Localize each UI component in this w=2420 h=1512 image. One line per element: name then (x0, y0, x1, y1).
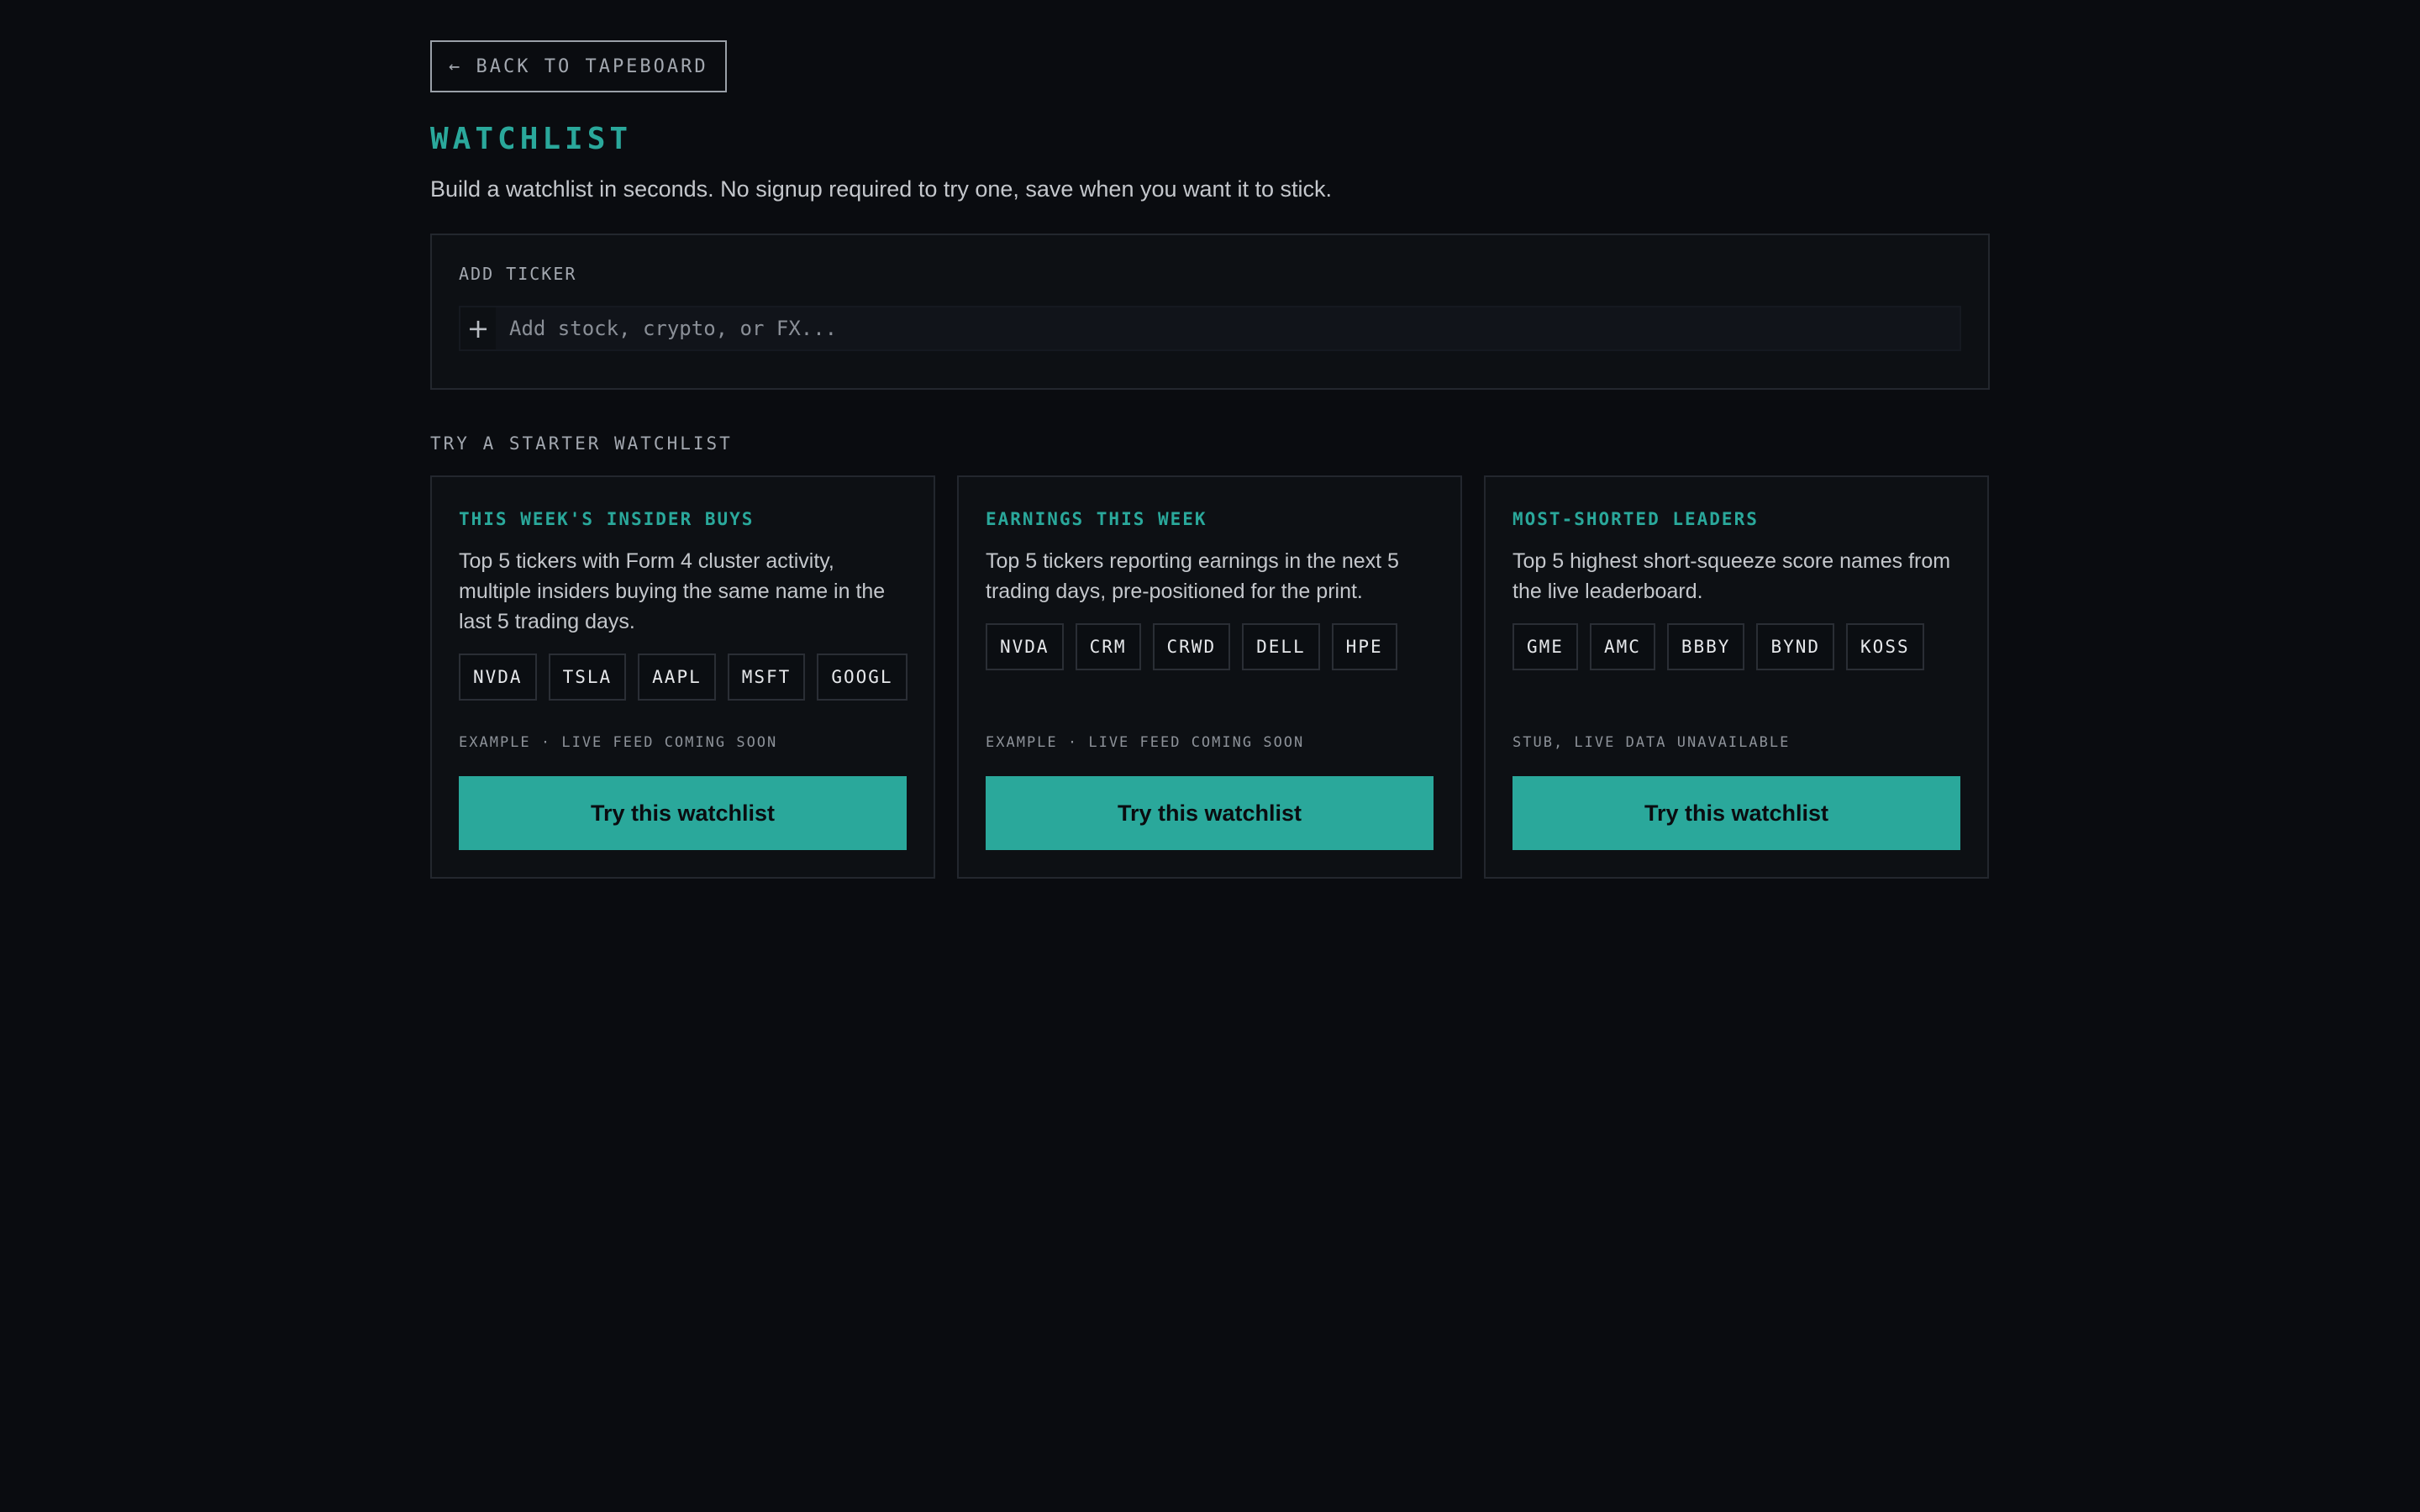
ticker-chip[interactable]: AAPL (638, 654, 716, 701)
ticker-chip[interactable]: GOOGL (817, 654, 908, 701)
plus-icon[interactable]: + (460, 307, 496, 349)
ticker-chips: NVDA CRM CRWD DELL HPE (986, 623, 1434, 670)
add-ticker-input[interactable] (496, 307, 1960, 349)
card-description: Top 5 tickers with Form 4 cluster activi… (459, 549, 886, 633)
card-note: EXAMPLE · LIVE FEED COMING SOON (986, 734, 1305, 751)
try-watchlist-button[interactable]: Try this watchlist (1512, 776, 1960, 850)
add-ticker-row: + (459, 306, 1961, 351)
watchlist-page: ← BACK TO TAPEBOARD WATCHLIST Build a wa… (430, 40, 1990, 879)
ticker-chip[interactable]: BYND (1756, 623, 1835, 670)
page-subtitle: Build a watchlist in seconds. No signup … (430, 176, 1333, 202)
ticker-chip[interactable]: NVDA (459, 654, 537, 701)
try-watchlist-button[interactable]: Try this watchlist (459, 776, 907, 850)
ticker-chip[interactable]: BBBY (1666, 623, 1745, 670)
card-title: THIS WEEK'S INSIDER BUYS (459, 509, 755, 529)
ticker-chips: NVDA TSLA AAPL MSFT GOOGL (459, 654, 908, 701)
try-watchlist-button[interactable]: Try this watchlist (986, 776, 1434, 850)
ticker-chip[interactable]: MSFT (727, 654, 806, 701)
card-title: MOST-SHORTED LEADERS (1512, 509, 1759, 529)
ticker-chip[interactable]: KOSS (1846, 623, 1924, 670)
back-to-tapeboard-button[interactable]: ← BACK TO TAPEBOARD (430, 40, 727, 92)
starter-card-insider-buys: THIS WEEK'S INSIDER BUYS Top 5 tickers w… (430, 475, 935, 879)
starter-card-earnings: EARNINGS THIS WEEK Top 5 tickers reporti… (957, 475, 1462, 879)
card-note: EXAMPLE · LIVE FEED COMING SOON (459, 734, 778, 751)
ticker-chip[interactable]: GME (1512, 623, 1578, 670)
card-title: EARNINGS THIS WEEK (986, 509, 1207, 529)
ticker-chip[interactable]: CRWD (1152, 623, 1231, 670)
add-ticker-label: ADD TICKER (459, 264, 577, 284)
card-description: Top 5 highest short-squeeze score names … (1512, 549, 1951, 603)
add-ticker-panel: ADD TICKER + (430, 234, 1990, 390)
starter-card-most-shorted: MOST-SHORTED LEADERS Top 5 highest short… (1484, 475, 1989, 879)
page-title: WATCHLIST (430, 122, 633, 156)
ticker-chip[interactable]: NVDA (986, 623, 1064, 670)
ticker-chip[interactable]: HPE (1331, 623, 1397, 670)
starter-cards: THIS WEEK'S INSIDER BUYS Top 5 tickers w… (430, 475, 1990, 879)
ticker-chip[interactable]: TSLA (548, 654, 627, 701)
ticker-chips: GME AMC BBBY BYND KOSS (1512, 623, 1960, 670)
ticker-chip[interactable]: AMC (1589, 623, 1655, 670)
card-note: STUB, LIVE DATA UNAVAILABLE (1512, 734, 1791, 751)
ticker-chip[interactable]: DELL (1242, 623, 1320, 670)
starter-section-label: TRY A STARTER WATCHLIST (430, 433, 733, 454)
ticker-chip[interactable]: CRM (1075, 623, 1141, 670)
card-description: Top 5 tickers reporting earnings in the … (986, 549, 1399, 603)
